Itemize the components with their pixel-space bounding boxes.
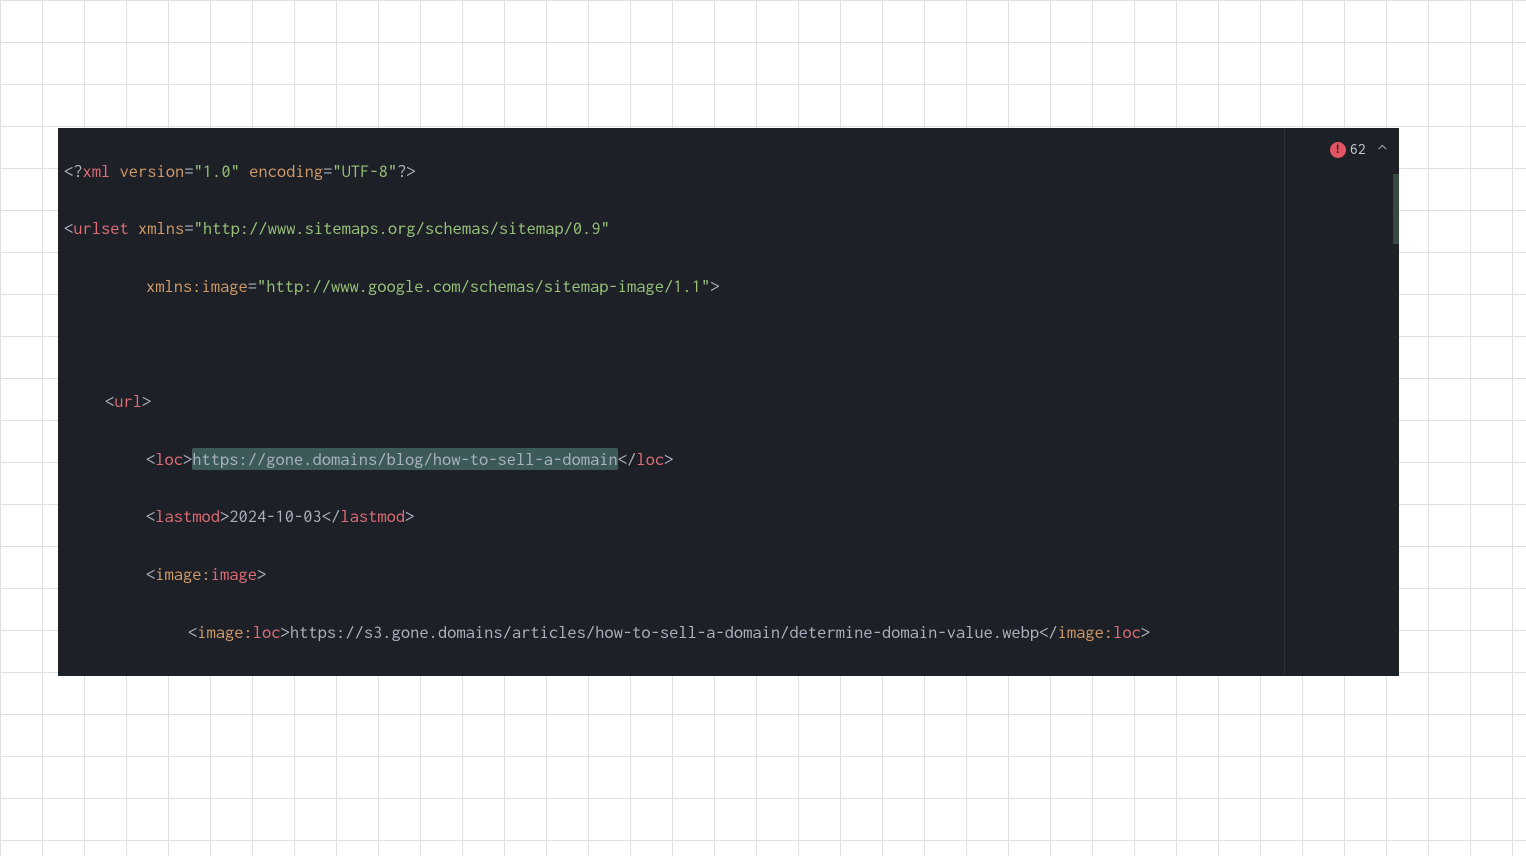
- error-indicator[interactable]: ! 62 ⌃: [1330, 136, 1387, 165]
- minimap-highlight: [1393, 174, 1399, 244]
- code-line: <image:loc>https://s3.gone.domains/artic…: [62, 618, 1395, 647]
- code-editor[interactable]: ! 62 ⌃ <?xml version="1.0" encoding="UTF…: [58, 128, 1399, 676]
- code-line: <urlset xmlns="http://www.sitemaps.org/s…: [62, 214, 1395, 243]
- selected-text: https://gone.domains/blog/how-to-sell-a-…: [192, 448, 618, 470]
- editor-content[interactable]: <?xml version="1.0" encoding="UTF-8"?> <…: [58, 128, 1399, 676]
- code-line: <?xml version="1.0" encoding="UTF-8"?>: [62, 157, 1395, 186]
- code-line: <lastmod>2024-10-03</lastmod>: [62, 502, 1395, 531]
- code-line: <image:image>: [62, 560, 1395, 589]
- editor-ruler: [1284, 128, 1285, 676]
- chevron-up-icon[interactable]: ⌃: [1378, 136, 1387, 165]
- error-count: 62: [1350, 136, 1366, 165]
- code-line: [62, 330, 1395, 359]
- code-line: <url>: [62, 387, 1395, 416]
- error-icon: !: [1330, 142, 1346, 158]
- code-line: </image:image>: [62, 675, 1395, 676]
- code-line: xmlns:image="http://www.google.com/schem…: [62, 272, 1395, 301]
- code-line: <loc>https://gone.domains/blog/how-to-se…: [62, 445, 1395, 474]
